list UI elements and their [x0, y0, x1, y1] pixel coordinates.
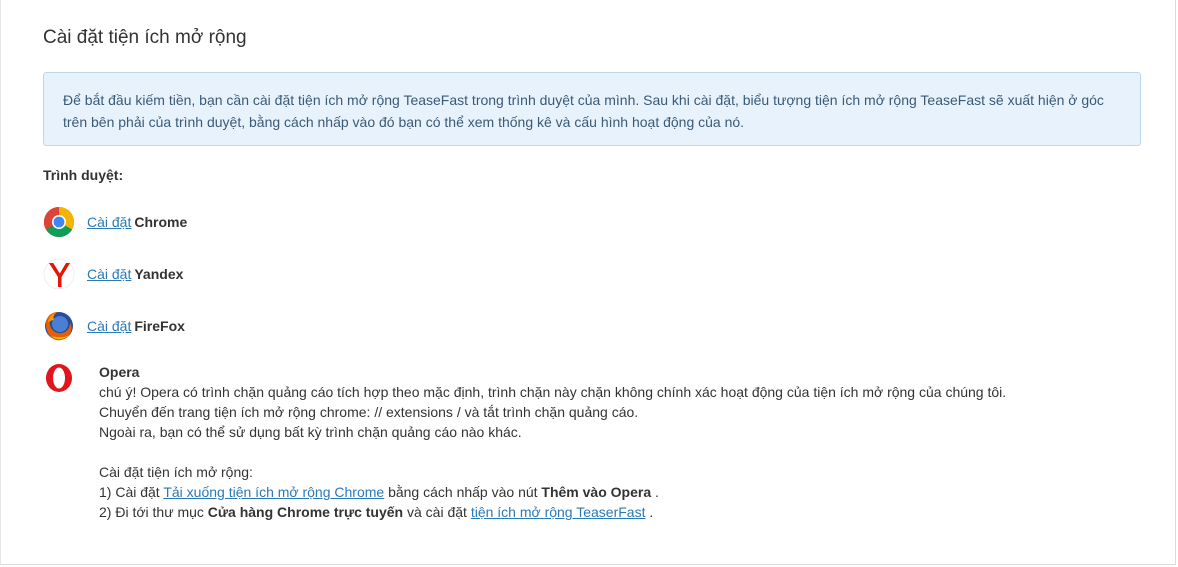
- step-2-suffix: .: [645, 504, 654, 520]
- opera-icon: [46, 364, 72, 392]
- install-step-2: 2) Đi tới thư mục Cửa hàng Chrome trực t…: [99, 502, 1006, 522]
- chrome-web-store-text: Cửa hàng Chrome trực tuyến: [207, 504, 404, 520]
- browser-row-firefox: Cài đặt FireFox: [43, 310, 185, 342]
- step-2-prefix: 2) Đi tới thư mục: [99, 504, 208, 520]
- step-1-middle: bằng cách nhấp vào nút: [384, 484, 542, 500]
- page-title: Cài đặt tiện ích mở rộng: [43, 27, 247, 48]
- extension-settings-card: Cài đặt tiện ích mở rộng Để bắt đầu kiếm…: [0, 0, 1176, 565]
- opera-section: Opera chú ý! Opera có trình chặn quảng c…: [43, 362, 1006, 522]
- teaserfast-extension-link[interactable]: tiện ích mở rộng TeaserFast: [471, 504, 646, 520]
- opera-instruction: Chuyển đến trang tiện ích mở rộng chrome…: [99, 404, 639, 420]
- browser-name-firefox: FireFox: [134, 318, 185, 334]
- browsers-label: Trình duyệt:: [43, 167, 124, 183]
- install-firefox-link[interactable]: Cài đặt: [87, 318, 131, 334]
- download-chrome-extension-link[interactable]: Tải xuống tiện ích mở rộng Chrome: [163, 484, 384, 500]
- browser-name-yandex: Yandex: [134, 266, 184, 282]
- step-1-prefix: 1) Cài đặt: [99, 484, 164, 500]
- firefox-icon: [45, 312, 73, 341]
- chrome-icon: [43, 207, 75, 238]
- opera-warning: chú ý! Opera có trình chặn quảng cáo tíc…: [99, 384, 1007, 400]
- install-chrome-link[interactable]: Cài đặt: [87, 214, 131, 230]
- install-heading: Cài đặt tiện ích mở rộng:: [99, 464, 253, 480]
- browser-row-chrome: Cài đặt Chrome: [43, 206, 187, 238]
- install-yandex-link[interactable]: Cài đặt: [87, 266, 131, 282]
- step-2-middle: và cài đặt: [403, 504, 471, 520]
- yandex-icon: [43, 258, 75, 290]
- opera-alternative: Ngoài ra, bạn có thể sử dụng bất kỳ trìn…: [99, 424, 522, 440]
- step-1-suffix: .: [651, 484, 659, 500]
- add-to-opera-text: Thêm vào Opera: [541, 484, 652, 500]
- browser-row-yandex: Cài đặt Yandex: [43, 258, 183, 290]
- browser-name-chrome: Chrome: [134, 214, 188, 230]
- opera-title: Opera: [99, 364, 140, 380]
- info-alert: Để bắt đầu kiếm tiền, bạn cần cài đặt ti…: [43, 72, 1141, 146]
- install-step-1: 1) Cài đặt Tải xuống tiện ích mở rộng Ch…: [99, 482, 1006, 502]
